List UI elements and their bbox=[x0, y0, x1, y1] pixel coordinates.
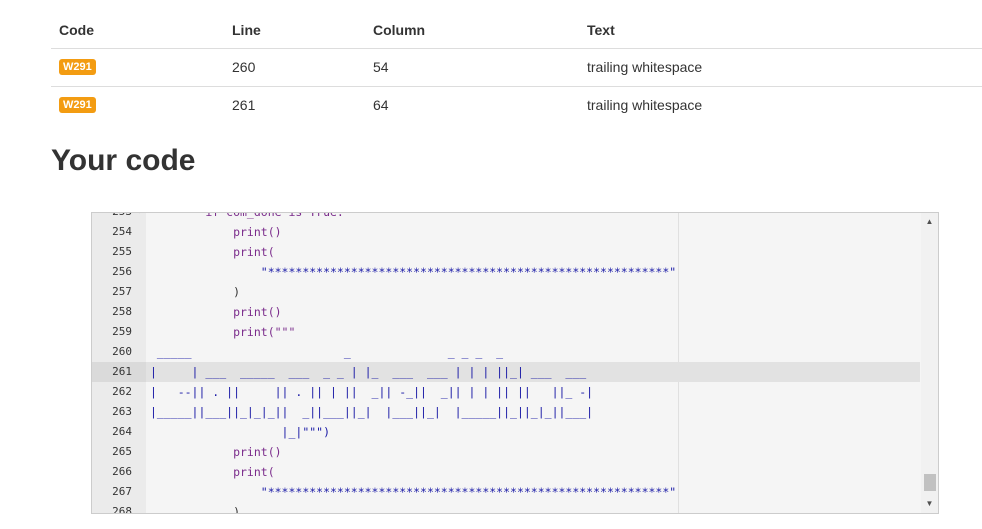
code-text: |_|""") bbox=[150, 425, 331, 439]
line-number: 266 bbox=[112, 465, 132, 478]
header-column: Column bbox=[373, 22, 426, 38]
results-header: Code Line Column Text bbox=[51, 12, 982, 49]
code-text: | | ___ _____ ___ _ _ | |_ ___ ___ | | |… bbox=[150, 365, 587, 379]
code-line[interactable]: 262 | --|| . || || . || | || _|| -_|| _||… bbox=[92, 382, 920, 402]
line-number: 261 bbox=[92, 362, 146, 382]
code-text: ) bbox=[150, 285, 241, 299]
code-text: print( bbox=[150, 245, 275, 259]
line-number: 267 bbox=[112, 485, 132, 498]
row-line: 260 bbox=[232, 59, 256, 75]
editor-scrollbar[interactable]: ▲ ▼ bbox=[921, 213, 938, 513]
line-number: 257 bbox=[112, 285, 132, 298]
code-text: print() bbox=[150, 445, 282, 459]
code-text: | --|| . || || . || | || _|| -_|| _|| | … bbox=[150, 385, 594, 399]
code-line[interactable]: 257 ) bbox=[92, 282, 920, 302]
line-number: 254 bbox=[112, 225, 132, 238]
code-line[interactable]: 258 print() bbox=[92, 302, 920, 322]
line-number: 268 bbox=[112, 505, 132, 514]
line-number: 263 bbox=[112, 405, 132, 418]
table-row: W291 260 54 trailing whitespace bbox=[51, 49, 982, 87]
arrow-up-icon[interactable]: ▲ bbox=[924, 216, 935, 228]
table-row: W291 261 64 trailing whitespace bbox=[51, 87, 982, 124]
code-editor[interactable]: 253▼ if com_done is True:254 print()255 … bbox=[91, 212, 939, 514]
code-line[interactable]: 253▼ if com_done is True: bbox=[92, 212, 920, 222]
code-text: print( bbox=[150, 465, 275, 479]
code-text: "***************************************… bbox=[150, 485, 677, 499]
scrollbar-thumb[interactable] bbox=[924, 474, 936, 491]
code-line[interactable]: 261 | | ___ _____ ___ _ _ | |_ ___ ___ | … bbox=[92, 362, 920, 382]
code-text: if com_done is True: bbox=[150, 212, 344, 219]
code-line[interactable]: 268 ) bbox=[92, 502, 920, 514]
line-number: 255 bbox=[112, 245, 132, 258]
code-line[interactable]: 265 print() bbox=[92, 442, 920, 462]
code-line[interactable]: 264 |_|""") bbox=[92, 422, 920, 442]
header-code: Code bbox=[59, 22, 94, 38]
code-lines[interactable]: 253▼ if com_done is True:254 print()255 … bbox=[92, 212, 920, 514]
arrow-down-icon[interactable]: ▼ bbox=[924, 498, 935, 510]
line-number: 256 bbox=[112, 265, 132, 278]
code-text: "***************************************… bbox=[150, 265, 677, 279]
line-number: 262 bbox=[112, 385, 132, 398]
code-line[interactable]: 263 |_____||___||_|_|_|| _||___||_| |___|… bbox=[92, 402, 920, 422]
code-line[interactable]: 266 print( bbox=[92, 462, 920, 482]
header-line: Line bbox=[232, 22, 261, 38]
line-number: 265 bbox=[112, 445, 132, 458]
line-number: 259 bbox=[112, 325, 132, 338]
line-number: 264 bbox=[112, 425, 132, 438]
code-line[interactable]: 259 print(""" bbox=[92, 322, 920, 342]
fold-arrow-icon[interactable]: ▼ bbox=[138, 213, 142, 222]
row-text: trailing whitespace bbox=[587, 59, 703, 75]
line-number: 258 bbox=[112, 305, 132, 318]
code-text: print() bbox=[150, 305, 282, 319]
code-line[interactable]: 256 "***********************************… bbox=[92, 262, 920, 282]
code-text: |_____||___||_|_|_|| _||___||_| |___||_|… bbox=[150, 405, 594, 419]
row-column: 54 bbox=[373, 59, 389, 75]
code-line[interactable]: 255 print( bbox=[92, 242, 920, 262]
code-line[interactable]: 254 print() bbox=[92, 222, 920, 242]
error-code-badge: W291 bbox=[59, 59, 96, 76]
row-text: trailing whitespace bbox=[587, 97, 703, 113]
row-column: 64 bbox=[373, 97, 389, 113]
error-code-badge: W291 bbox=[59, 97, 96, 114]
line-number: 260 bbox=[112, 345, 132, 358]
code-text: ) bbox=[150, 505, 241, 514]
code-line[interactable]: 260 _____ _ _ _ _ _ bbox=[92, 342, 920, 362]
row-line: 261 bbox=[232, 97, 256, 113]
results-table: Code Line Column Text W291 260 54 traili… bbox=[51, 12, 982, 124]
code-line[interactable]: 267 "***********************************… bbox=[92, 482, 920, 502]
code-text: _____ _ _ _ _ _ bbox=[150, 345, 504, 359]
code-text: print(""" bbox=[150, 325, 296, 339]
code-text: print() bbox=[150, 225, 282, 239]
section-title: Your code bbox=[51, 144, 196, 177]
header-text: Text bbox=[587, 22, 615, 38]
